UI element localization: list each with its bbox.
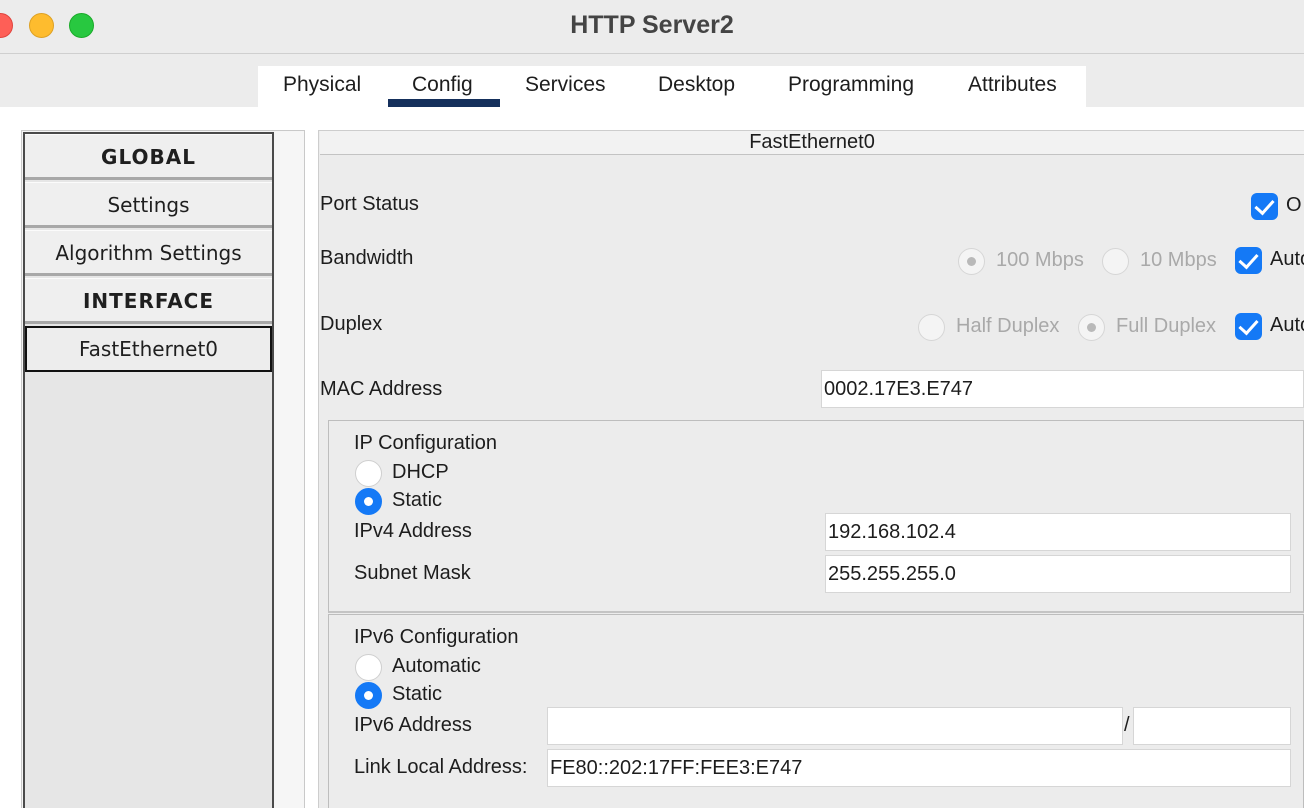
ipv6-prefix-separator: /: [1124, 714, 1130, 736]
ipv6-automatic-radio[interactable]: [355, 654, 382, 681]
dhcp-label: DHCP: [392, 461, 449, 483]
panel-header: FastEthernet0: [320, 131, 1304, 155]
mac-address-field[interactable]: 0002.17E3.E747: [821, 370, 1304, 408]
ipv6-configuration-title: IPv6 Configuration: [354, 626, 519, 648]
tab-programming[interactable]: Programming: [788, 73, 914, 97]
tab-desktop[interactable]: Desktop: [658, 73, 735, 97]
ipv6-static-label: Static: [392, 683, 443, 705]
duplex-label: Duplex: [320, 313, 383, 335]
bandwidth-label: Bandwidth: [320, 247, 414, 269]
sidebar-scrollbar[interactable]: [276, 132, 304, 808]
active-tab-indicator: [388, 99, 500, 107]
duplex-auto-label: Auto: [1270, 314, 1304, 336]
window-title: HTTP Server2: [570, 11, 734, 39]
sidebar-item-algorithm-settings[interactable]: Algorithm Settings: [25, 230, 272, 276]
ip-configuration-title: IP Configuration: [354, 432, 498, 454]
mac-address-label: MAC Address: [320, 378, 443, 400]
bandwidth-10-radio[interactable]: [1102, 248, 1129, 275]
sidebar-item-settings[interactable]: Settings: [25, 182, 272, 228]
bandwidth-10-label: 10 Mbps: [1140, 249, 1217, 271]
bandwidth-auto-checkbox[interactable]: [1235, 247, 1262, 274]
port-status-label: Port Status: [320, 193, 419, 215]
half-duplex-radio[interactable]: [918, 314, 945, 341]
subnet-mask-label: Subnet Mask: [354, 562, 471, 584]
ipv6-prefix-length-field[interactable]: [1133, 707, 1291, 745]
sidebar-item-fastethernet0[interactable]: FastEthernet0: [25, 326, 272, 372]
tab-attributes[interactable]: Attributes: [968, 73, 1057, 97]
bandwidth-100-label: 100 Mbps: [996, 249, 1084, 271]
bandwidth-100-radio[interactable]: [958, 248, 985, 275]
link-local-address-label: Link Local Address:: [354, 756, 528, 778]
half-duplex-label: Half Duplex: [956, 315, 1060, 337]
full-duplex-label: Full Duplex: [1116, 315, 1217, 337]
full-duplex-radio[interactable]: [1078, 314, 1105, 341]
link-local-address-field[interactable]: FE80::202:17FF:FEE3:E747: [547, 749, 1291, 787]
ipv4-address-field[interactable]: 192.168.102.4: [825, 513, 1291, 551]
tab-config[interactable]: Config: [412, 73, 473, 97]
ipv6-address-label: IPv6 Address: [354, 714, 472, 736]
ipv6-address-field[interactable]: [547, 707, 1123, 745]
bandwidth-auto-label: Auto: [1270, 248, 1304, 270]
subnet-mask-field[interactable]: 255.255.255.0: [825, 555, 1291, 593]
ipv4-address-label: IPv4 Address: [354, 520, 472, 542]
tab-strip: Physical Config Services Desktop Program…: [258, 66, 1086, 108]
sidebar-header-global: GLOBAL: [25, 134, 272, 180]
tab-physical[interactable]: Physical: [283, 73, 361, 97]
tab-services[interactable]: Services: [525, 73, 606, 97]
sidebar-header-interface: INTERFACE: [25, 278, 272, 324]
dhcp-radio[interactable]: [355, 460, 382, 487]
ipv6-automatic-label: Automatic: [392, 655, 481, 677]
ipv4-static-label: Static: [392, 489, 443, 511]
duplex-auto-checkbox[interactable]: [1235, 313, 1262, 340]
port-status-on-label: O: [1286, 194, 1302, 216]
title-bar: HTTP Server2: [0, 0, 1304, 54]
ipv6-static-radio[interactable]: [355, 682, 382, 709]
ipv4-static-radio[interactable]: [355, 488, 382, 515]
port-status-checkbox[interactable]: [1251, 193, 1278, 220]
